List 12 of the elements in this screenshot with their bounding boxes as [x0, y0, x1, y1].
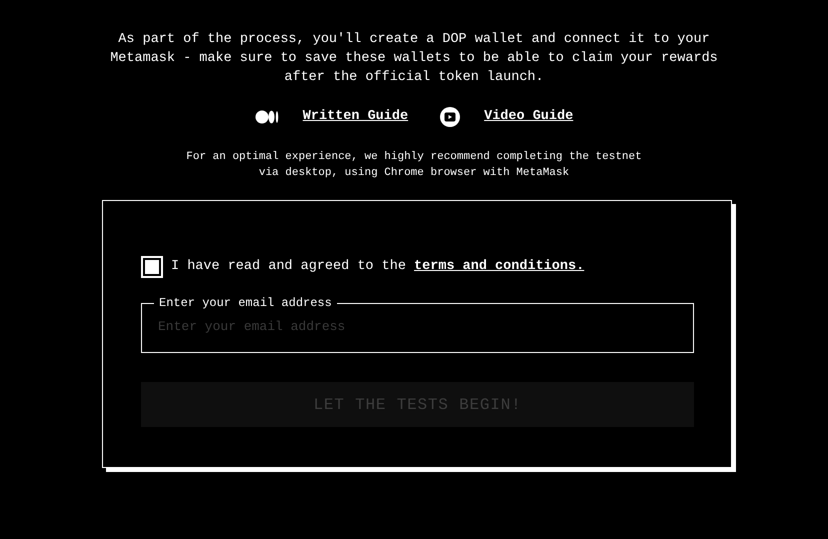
email-input[interactable]: Enter your email address — [158, 317, 677, 337]
play-icon — [440, 107, 460, 128]
terms-link[interactable]: terms and conditions. — [414, 259, 584, 274]
medium-icon — [254, 110, 279, 124]
agree-checkbox[interactable] — [141, 256, 163, 278]
guide-link[interactable]: Video Guide — [484, 107, 574, 128]
email-field[interactable]: Enter your email address Enter your email address — [141, 295, 694, 354]
guide-link[interactable]: Written Guide — [302, 107, 408, 128]
email-label: Enter your email address — [158, 295, 333, 312]
agree-text: I have read and agreed to the terms and conditions. — [171, 258, 584, 276]
intro-text: As part of the process, you'll create a DOP wallet and connect it to your Metamask - make sure to save these wallets to be able to claim your rewards after the official token launch. — [109, 31, 719, 87]
recommendation-text: For an optimal experience, we highly recommend completing the testnet via desktop, using Chrome browser with MetaMask — [185, 150, 643, 182]
